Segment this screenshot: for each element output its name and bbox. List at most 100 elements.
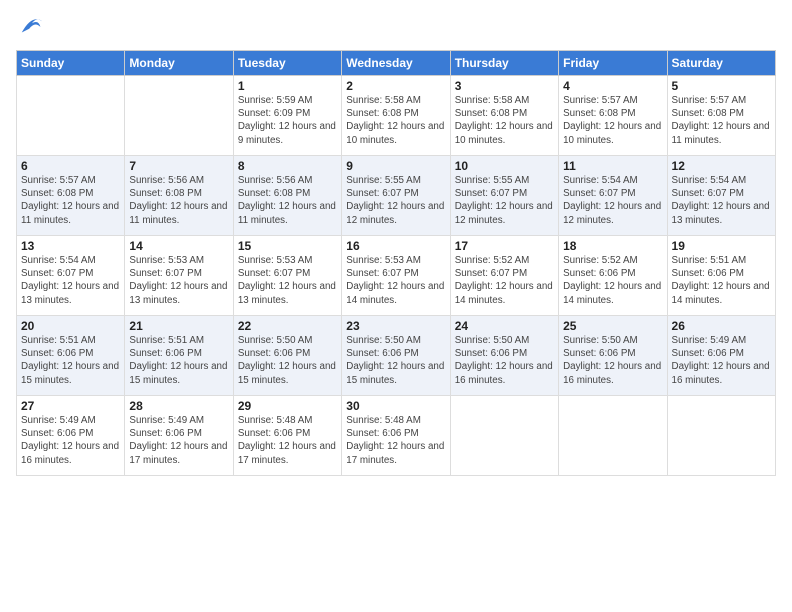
day-info: Sunrise: 5:51 AM Sunset: 6:06 PM Dayligh… [129,334,228,387]
day-number: 7 [129,159,228,173]
calendar-week-row-4: 20Sunrise: 5:51 AM Sunset: 6:06 PM Dayli… [17,316,776,396]
day-info: Sunrise: 5:53 AM Sunset: 6:07 PM Dayligh… [129,254,228,307]
day-info: Sunrise: 5:50 AM Sunset: 6:06 PM Dayligh… [563,334,662,387]
day-number: 24 [455,319,554,333]
calendar-cell: 9Sunrise: 5:55 AM Sunset: 6:07 PM Daylig… [342,156,450,236]
day-number: 1 [238,79,337,93]
day-number: 4 [563,79,662,93]
calendar-week-row-2: 6Sunrise: 5:57 AM Sunset: 6:08 PM Daylig… [17,156,776,236]
day-info: Sunrise: 5:50 AM Sunset: 6:06 PM Dayligh… [455,334,554,387]
day-number: 13 [21,239,120,253]
day-number: 11 [563,159,662,173]
day-number: 3 [455,79,554,93]
day-info: Sunrise: 5:54 AM Sunset: 6:07 PM Dayligh… [563,174,662,227]
day-info: Sunrise: 5:53 AM Sunset: 6:07 PM Dayligh… [346,254,445,307]
calendar: SundayMondayTuesdayWednesdayThursdayFrid… [16,50,776,476]
calendar-cell: 13Sunrise: 5:54 AM Sunset: 6:07 PM Dayli… [17,236,125,316]
calendar-cell: 21Sunrise: 5:51 AM Sunset: 6:06 PM Dayli… [125,316,233,396]
calendar-cell: 29Sunrise: 5:48 AM Sunset: 6:06 PM Dayli… [233,396,341,476]
calendar-cell [450,396,558,476]
day-info: Sunrise: 5:53 AM Sunset: 6:07 PM Dayligh… [238,254,337,307]
day-number: 8 [238,159,337,173]
weekday-header-row: SundayMondayTuesdayWednesdayThursdayFrid… [17,51,776,76]
day-info: Sunrise: 5:58 AM Sunset: 6:08 PM Dayligh… [455,94,554,147]
day-number: 28 [129,399,228,413]
calendar-cell: 8Sunrise: 5:56 AM Sunset: 6:08 PM Daylig… [233,156,341,236]
day-info: Sunrise: 5:49 AM Sunset: 6:06 PM Dayligh… [129,414,228,467]
calendar-week-row-1: 1Sunrise: 5:59 AM Sunset: 6:09 PM Daylig… [17,76,776,156]
calendar-cell: 14Sunrise: 5:53 AM Sunset: 6:07 PM Dayli… [125,236,233,316]
day-number: 19 [672,239,771,253]
calendar-cell [125,76,233,156]
day-number: 23 [346,319,445,333]
weekday-header-tuesday: Tuesday [233,51,341,76]
calendar-cell: 11Sunrise: 5:54 AM Sunset: 6:07 PM Dayli… [559,156,667,236]
day-info: Sunrise: 5:57 AM Sunset: 6:08 PM Dayligh… [563,94,662,147]
day-info: Sunrise: 5:54 AM Sunset: 6:07 PM Dayligh… [672,174,771,227]
day-number: 27 [21,399,120,413]
day-number: 10 [455,159,554,173]
day-number: 14 [129,239,228,253]
calendar-cell: 27Sunrise: 5:49 AM Sunset: 6:06 PM Dayli… [17,396,125,476]
calendar-cell: 1Sunrise: 5:59 AM Sunset: 6:09 PM Daylig… [233,76,341,156]
calendar-cell: 5Sunrise: 5:57 AM Sunset: 6:08 PM Daylig… [667,76,775,156]
calendar-cell: 18Sunrise: 5:52 AM Sunset: 6:06 PM Dayli… [559,236,667,316]
calendar-week-row-5: 27Sunrise: 5:49 AM Sunset: 6:06 PM Dayli… [17,396,776,476]
day-info: Sunrise: 5:48 AM Sunset: 6:06 PM Dayligh… [238,414,337,467]
day-number: 21 [129,319,228,333]
calendar-cell: 17Sunrise: 5:52 AM Sunset: 6:07 PM Dayli… [450,236,558,316]
day-info: Sunrise: 5:55 AM Sunset: 6:07 PM Dayligh… [346,174,445,227]
day-number: 20 [21,319,120,333]
weekday-header-monday: Monday [125,51,233,76]
day-info: Sunrise: 5:56 AM Sunset: 6:08 PM Dayligh… [129,174,228,227]
day-number: 25 [563,319,662,333]
day-info: Sunrise: 5:56 AM Sunset: 6:08 PM Dayligh… [238,174,337,227]
day-info: Sunrise: 5:49 AM Sunset: 6:06 PM Dayligh… [21,414,120,467]
calendar-cell: 4Sunrise: 5:57 AM Sunset: 6:08 PM Daylig… [559,76,667,156]
calendar-cell: 23Sunrise: 5:50 AM Sunset: 6:06 PM Dayli… [342,316,450,396]
day-info: Sunrise: 5:51 AM Sunset: 6:06 PM Dayligh… [21,334,120,387]
weekday-header-thursday: Thursday [450,51,558,76]
weekday-header-saturday: Saturday [667,51,775,76]
day-info: Sunrise: 5:50 AM Sunset: 6:06 PM Dayligh… [346,334,445,387]
calendar-cell: 16Sunrise: 5:53 AM Sunset: 6:07 PM Dayli… [342,236,450,316]
calendar-cell: 20Sunrise: 5:51 AM Sunset: 6:06 PM Dayli… [17,316,125,396]
calendar-cell: 7Sunrise: 5:56 AM Sunset: 6:08 PM Daylig… [125,156,233,236]
calendar-cell [667,396,775,476]
weekday-header-wednesday: Wednesday [342,51,450,76]
day-number: 30 [346,399,445,413]
day-number: 17 [455,239,554,253]
calendar-cell: 6Sunrise: 5:57 AM Sunset: 6:08 PM Daylig… [17,156,125,236]
calendar-cell: 26Sunrise: 5:49 AM Sunset: 6:06 PM Dayli… [667,316,775,396]
calendar-cell: 24Sunrise: 5:50 AM Sunset: 6:06 PM Dayli… [450,316,558,396]
day-info: Sunrise: 5:57 AM Sunset: 6:08 PM Dayligh… [672,94,771,147]
calendar-cell: 10Sunrise: 5:55 AM Sunset: 6:07 PM Dayli… [450,156,558,236]
header [16,16,776,44]
day-info: Sunrise: 5:50 AM Sunset: 6:06 PM Dayligh… [238,334,337,387]
calendar-cell: 2Sunrise: 5:58 AM Sunset: 6:08 PM Daylig… [342,76,450,156]
logo-icon [18,12,46,40]
day-info: Sunrise: 5:54 AM Sunset: 6:07 PM Dayligh… [21,254,120,307]
calendar-cell: 30Sunrise: 5:48 AM Sunset: 6:06 PM Dayli… [342,396,450,476]
day-info: Sunrise: 5:57 AM Sunset: 6:08 PM Dayligh… [21,174,120,227]
calendar-cell: 12Sunrise: 5:54 AM Sunset: 6:07 PM Dayli… [667,156,775,236]
day-number: 16 [346,239,445,253]
day-info: Sunrise: 5:48 AM Sunset: 6:06 PM Dayligh… [346,414,445,467]
day-number: 22 [238,319,337,333]
calendar-week-row-3: 13Sunrise: 5:54 AM Sunset: 6:07 PM Dayli… [17,236,776,316]
day-info: Sunrise: 5:52 AM Sunset: 6:06 PM Dayligh… [563,254,662,307]
calendar-cell: 25Sunrise: 5:50 AM Sunset: 6:06 PM Dayli… [559,316,667,396]
calendar-cell: 3Sunrise: 5:58 AM Sunset: 6:08 PM Daylig… [450,76,558,156]
day-info: Sunrise: 5:52 AM Sunset: 6:07 PM Dayligh… [455,254,554,307]
day-number: 9 [346,159,445,173]
day-number: 6 [21,159,120,173]
calendar-cell: 28Sunrise: 5:49 AM Sunset: 6:06 PM Dayli… [125,396,233,476]
day-info: Sunrise: 5:49 AM Sunset: 6:06 PM Dayligh… [672,334,771,387]
calendar-cell [559,396,667,476]
calendar-cell [17,76,125,156]
day-number: 29 [238,399,337,413]
day-number: 26 [672,319,771,333]
day-info: Sunrise: 5:51 AM Sunset: 6:06 PM Dayligh… [672,254,771,307]
day-number: 5 [672,79,771,93]
day-number: 2 [346,79,445,93]
